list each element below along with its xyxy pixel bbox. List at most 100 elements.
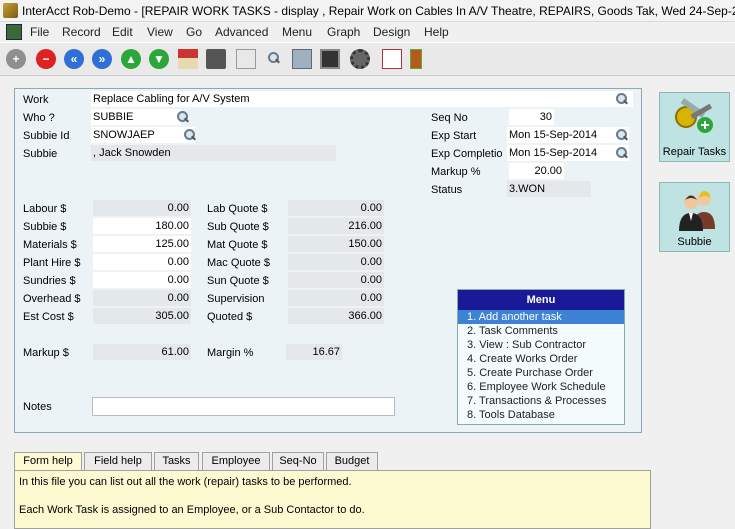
menu-employee-work-schedule[interactable]: 6. Employee Work Schedule	[458, 380, 624, 394]
est-cost-label: Est Cost $	[23, 311, 74, 323]
subbie-label: Subbie	[23, 148, 58, 160]
markup-pct-field[interactable]: 20.00	[509, 163, 564, 179]
sun-quote-field: 0.00	[288, 272, 384, 288]
monitor-icon[interactable]	[320, 49, 340, 69]
menu-menu[interactable]: Menu	[282, 25, 312, 39]
menu-add-another-task[interactable]: 1. Add another task	[458, 310, 624, 324]
lab-quote-field: 0.00	[288, 200, 384, 216]
plant-hire-label: Plant Hire $	[23, 257, 81, 269]
margin-label: Margin %	[207, 347, 254, 359]
subbie-id-field[interactable]: SNOWJAEP	[91, 127, 195, 143]
plant-hire-field[interactable]: 0.00	[93, 254, 191, 270]
down-arrow-icon[interactable]: ▼	[149, 49, 169, 69]
up-arrow-icon[interactable]: ▲	[121, 49, 141, 69]
subbie-button-label: Subbie	[677, 236, 712, 248]
work-search-icon[interactable]	[615, 93, 628, 106]
tab-employee[interactable]: Employee	[202, 452, 270, 471]
search-icon[interactable]	[264, 49, 284, 69]
margin-field: 16.67	[286, 344, 342, 360]
delete-icon[interactable]: −	[36, 49, 56, 69]
menu-tools-database[interactable]: 8. Tools Database	[458, 408, 624, 422]
mat-quote-label: Mat Quote $	[207, 239, 268, 251]
menu-file[interactable]: File	[30, 25, 49, 39]
menu-create-works-order[interactable]: 4. Create Works Order	[458, 352, 624, 366]
quoted-label: Quoted $	[207, 311, 253, 323]
mac-quote-label: Mac Quote $	[207, 257, 270, 269]
menu-help[interactable]: Help	[424, 25, 449, 39]
pointer-icon[interactable]	[236, 49, 256, 69]
sundries-label: Sundries $	[23, 275, 76, 287]
notes-label: Notes	[23, 401, 52, 413]
menu-view-sub-contractor[interactable]: 3. View : Sub Contractor	[458, 338, 624, 352]
repair-tasks-label: Repair Tasks	[662, 146, 727, 158]
supervision-label: Supervision	[207, 293, 265, 305]
markup-amount-field: 61.00	[93, 344, 191, 360]
est-cost-field: 305.00	[93, 308, 191, 324]
who-search-icon[interactable]	[176, 111, 189, 124]
status-field: 3.WON	[507, 181, 591, 197]
menu-bar: File Record Edit View Go Advanced Menu G…	[0, 22, 735, 42]
last-record-icon[interactable]: »	[92, 49, 112, 69]
window-title: InterAcct Rob-Demo - [REPAIR WORK TASKS …	[22, 4, 735, 18]
help-text-line1: In this file you can list out all the wo…	[19, 476, 352, 488]
labour-field: 0.00	[93, 200, 191, 216]
tab-tasks[interactable]: Tasks	[154, 452, 199, 471]
overhead-field: 0.00	[93, 290, 191, 306]
repair-tasks-button[interactable]: Repair Tasks	[659, 92, 730, 162]
exit-door-icon[interactable]	[410, 49, 422, 69]
exp-start-field[interactable]: Mon 15-Sep-2014	[507, 127, 629, 143]
menu-task-comments[interactable]: 2. Task Comments	[458, 324, 624, 338]
exp-start-search-icon[interactable]	[615, 129, 628, 142]
subbie-cost-field[interactable]: 180.00	[93, 218, 191, 234]
menu-record[interactable]: Record	[62, 25, 101, 39]
materials-field[interactable]: 125.00	[93, 236, 191, 252]
subbie-id-label: Subbie Id	[23, 130, 70, 142]
printer-icon[interactable]	[206, 49, 226, 69]
actions-menu-title: Menu	[458, 290, 624, 310]
calendar-icon[interactable]	[382, 49, 402, 69]
subbie-button[interactable]: Subbie	[659, 182, 730, 252]
sundries-field[interactable]: 0.00	[93, 272, 191, 288]
exp-completion-label: Exp Completio	[431, 148, 503, 160]
menu-view[interactable]: View	[147, 25, 173, 39]
tab-budget[interactable]: Budget	[326, 452, 378, 471]
add-icon[interactable]: +	[6, 49, 26, 69]
actions-menu: Menu 1. Add another task 2. Task Comment…	[457, 289, 625, 425]
first-record-icon[interactable]: «	[64, 49, 84, 69]
tab-seq-no[interactable]: Seq-No	[272, 452, 324, 471]
menu-graph[interactable]: Graph	[327, 25, 360, 39]
menu-transactions-processes[interactable]: 7. Transactions & Processes	[458, 394, 624, 408]
exp-completion-search-icon[interactable]	[615, 147, 628, 160]
subbie-name-field: , Jack Snowden	[91, 145, 336, 161]
work-field[interactable]: Replace Cabling for A/V System	[91, 91, 633, 107]
who-label: Who ?	[23, 112, 55, 124]
supervision-field: 0.00	[288, 290, 384, 306]
seq-no-label: Seq No	[431, 112, 468, 124]
status-label: Status	[431, 184, 463, 196]
tools-icon	[675, 98, 713, 133]
toolbar: + − « » ▲ ▼	[0, 42, 735, 76]
gear-icon[interactable]	[350, 49, 370, 69]
help-panel: In this file you can list out all the wo…	[14, 470, 651, 529]
menu-design[interactable]: Design	[373, 25, 410, 39]
menu-create-purchase-order[interactable]: 5. Create Purchase Order	[458, 366, 624, 380]
help-text-line2: Each Work Task is assigned to an Employe…	[19, 504, 365, 516]
subbie-cost-label: Subbie $	[23, 221, 67, 233]
seq-no-field[interactable]: 30	[509, 109, 554, 125]
tab-field-help[interactable]: Field help	[84, 452, 152, 471]
menu-edit[interactable]: Edit	[112, 25, 133, 39]
form-icon[interactable]	[292, 49, 312, 69]
exp-completion-field[interactable]: Mon 15-Sep-2014	[507, 145, 629, 161]
menu-advanced[interactable]: Advanced	[215, 25, 268, 39]
subbie-id-search-icon[interactable]	[183, 129, 196, 142]
home-icon[interactable]	[178, 49, 198, 69]
notes-field[interactable]	[92, 397, 395, 416]
menu-go[interactable]: Go	[186, 25, 202, 39]
exp-start-label: Exp Start	[431, 130, 477, 142]
document-icon[interactable]	[6, 24, 22, 40]
tab-form-help[interactable]: Form help	[14, 452, 82, 471]
markup-pct-label: Markup %	[431, 166, 481, 178]
sun-quote-label: Sun Quote $	[207, 275, 269, 287]
sub-quote-label: Sub Quote $	[207, 221, 269, 233]
who-field[interactable]: SUBBIE	[91, 109, 181, 125]
